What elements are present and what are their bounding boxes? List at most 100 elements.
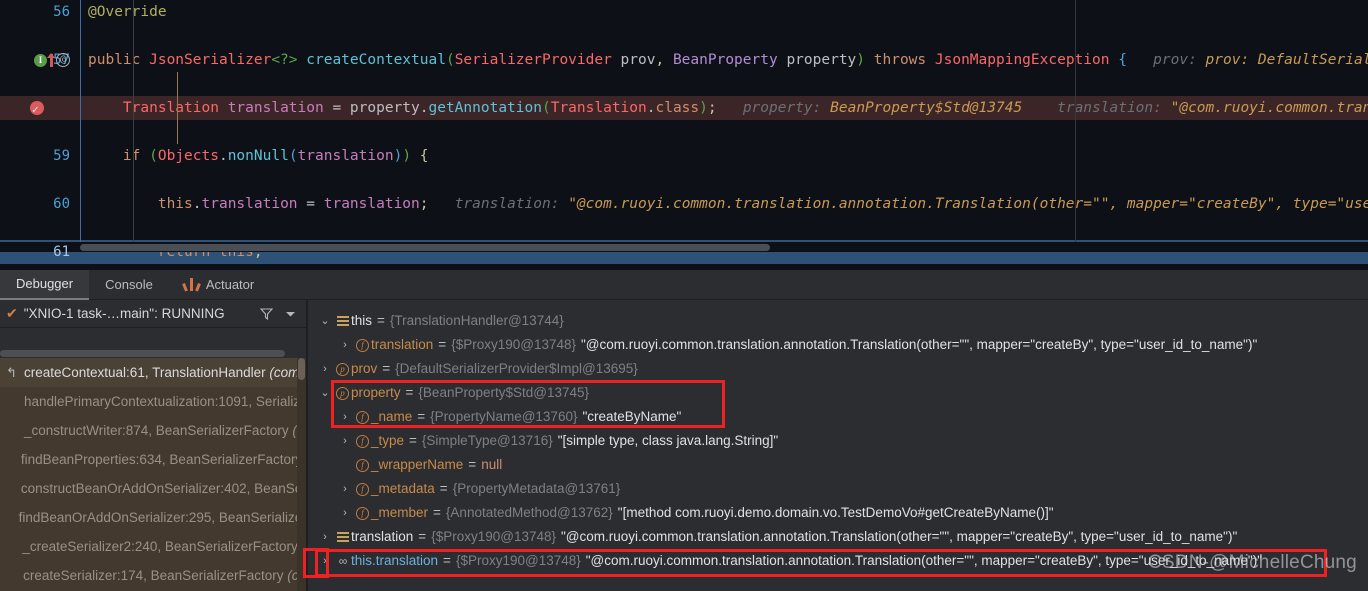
variable-row-wrappername[interactable]: › f _wrapperName = null <box>308 453 1368 477</box>
step-arrow-icon[interactable] <box>47 52 55 67</box>
variable-ref: {AnnotatedMethod@13762} <box>445 505 613 520</box>
frame-label: handlePrimaryContextualization:1091, Ser… <box>24 394 301 409</box>
variable-ref: {PropertyName@13760} <box>430 409 578 424</box>
variable-ref: {TranslationHandler@13744} <box>389 313 564 328</box>
list-item[interactable]: ↰ createContextual:61, TranslationHandle… <box>0 358 306 387</box>
field-icon: f <box>354 434 371 448</box>
line-number: 61 <box>53 244 70 260</box>
gutter-icons-57[interactable]: I @ <box>34 48 70 72</box>
frames-horizontal-scrollbar[interactable] <box>0 349 306 358</box>
gutter-icons-58[interactable] <box>30 96 44 122</box>
variable-row-translation-field[interactable]: › f translation = {$Proxy190@13748} "@co… <box>308 333 1368 357</box>
variable-name: this <box>351 313 373 328</box>
annotation-override: @Override <box>88 4 167 20</box>
list-item[interactable]: handlePrimaryContextualization:1091, Ser… <box>0 387 306 416</box>
equals-sign: = <box>438 337 447 352</box>
scrollbar-thumb[interactable] <box>80 244 770 251</box>
variable-row-prov[interactable]: › p prov = {DefaultSerializerProvider$Im… <box>308 357 1368 381</box>
debug-tool-window: Debugger Console Actuator ✔ "XNIO-1 task… <box>0 269 1368 591</box>
code-line-59[interactable]: 59 if (Objects.nonNull(translation)) { <box>0 144 1368 168</box>
list-item[interactable]: findBeanOrAddOnSerializer:295, BeanSeria… <box>0 503 306 532</box>
editor-horizontal-scrollbar[interactable] <box>80 242 1368 252</box>
actuator-icon <box>181 278 201 292</box>
line-number: 60 <box>53 196 70 212</box>
chevron-down-icon[interactable] <box>285 305 296 323</box>
checkmark-icon: ✔ <box>6 305 18 321</box>
variable-value: "createByName" <box>582 409 682 424</box>
object-icon <box>334 316 351 326</box>
annotation-icon[interactable]: @ <box>56 53 70 67</box>
inline-hint-property: BeanProperty$Std@13745 <box>830 100 1023 116</box>
list-item[interactable]: createSerializer:174, BeanSerializerFact… <box>0 561 306 590</box>
list-item[interactable]: _createSerializer2:240, BeanSerializerFa… <box>0 532 306 561</box>
line-number: 59 <box>53 148 70 164</box>
implementation-icon[interactable]: I <box>34 53 47 67</box>
chevron-right-icon[interactable]: › <box>336 405 354 429</box>
variable-ref: {SimpleType@13716} <box>421 433 553 448</box>
code-line-57[interactable]: 57 I @ public JsonSerializer<?> createCo… <box>0 48 1368 72</box>
chevron-right-icon[interactable]: › <box>336 429 354 453</box>
return-arrow-icon: ↰ <box>6 364 17 380</box>
stack-frame-list[interactable]: ↰ createContextual:61, TranslationHandle… <box>0 358 306 591</box>
field-icon: f <box>354 410 371 424</box>
variable-row-property[interactable]: ⌄ p property = {BeanProperty$Std@13745} <box>308 381 1368 405</box>
frame-label: findBeanOrAddOnSerializer:295, BeanSeria… <box>18 510 303 525</box>
frame-label: findBeanProperties:634, BeanSerializerFa… <box>20 452 303 467</box>
field-icon: f <box>354 482 371 496</box>
inline-hint-prov: prov: DefaultSerializerProvider$Impl@136… <box>1205 52 1368 68</box>
list-item[interactable]: findBeanProperties:634, BeanSerializerFa… <box>0 445 306 474</box>
variable-name: prov <box>351 361 378 376</box>
object-icon <box>334 532 351 542</box>
frames-panel: ✔ "XNIO-1 task-…main": RUNNING ↰ createC… <box>0 300 306 591</box>
scrollbar-thumb[interactable] <box>0 350 285 357</box>
tab-actuator[interactable]: Actuator <box>169 270 270 300</box>
variable-row-translation-local[interactable]: › translation = {$Proxy190@13748} "@com.… <box>308 525 1368 549</box>
variable-row-name[interactable]: › f _name = {PropertyName@13760} "create… <box>308 405 1368 429</box>
variable-row-type[interactable]: › f _type = {SimpleType@13716} "[simple … <box>308 429 1368 453</box>
equals-sign: = <box>439 481 448 496</box>
list-item[interactable]: _constructWriter:874, BeanSerializerFact… <box>0 416 306 445</box>
frame-package: (com <box>269 365 300 380</box>
indent-guide-active <box>177 72 178 144</box>
code-line-58[interactable]: Translation translation = property.getAn… <box>0 96 1368 122</box>
variable-row-this[interactable]: ⌄ this = {TranslationHandler@13744} <box>308 309 1368 333</box>
code-line-56[interactable]: 56 @Override <box>0 0 1368 24</box>
list-item[interactable]: constructBeanOrAddOnSerializer:402, Bean… <box>0 474 306 503</box>
chevron-right-icon[interactable]: › <box>316 525 334 549</box>
field-icon: f <box>354 506 371 520</box>
code-text: this.translation = translation; translat… <box>88 192 1368 216</box>
frame-label: createSerializer:174, BeanSerializerFact… <box>23 568 284 583</box>
scrollbar-thumb[interactable] <box>298 358 305 380</box>
code-editor[interactable]: 56 @Override 57 I @ public JsonSerialize… <box>0 0 1368 270</box>
variables-panel[interactable]: ⌄ this = {TranslationHandler@13744} › f … <box>308 300 1368 591</box>
equals-sign: = <box>382 361 391 376</box>
variable-row-member[interactable]: › f _member = {AnnotatedMethod@13762} "[… <box>308 501 1368 525</box>
code-line-60[interactable]: 60 this.translation = translation; trans… <box>0 192 1368 216</box>
indent-guide <box>133 0 134 242</box>
chevron-down-icon[interactable]: ⌄ <box>316 309 334 333</box>
tab-console-label: Console <box>105 277 153 292</box>
chevron-right-icon[interactable]: › <box>316 357 334 381</box>
parameter-icon: p <box>334 362 351 376</box>
chevron-right-icon[interactable]: › <box>336 501 354 525</box>
chevron-down-icon[interactable]: ⌄ <box>316 381 334 405</box>
variable-row-metadata[interactable]: › f _metadata = {PropertyMetadata@13761} <box>308 477 1368 501</box>
tab-actuator-label: Actuator <box>205 277 255 292</box>
frames-vertical-scrollbar[interactable] <box>297 358 306 591</box>
filter-icon[interactable] <box>257 305 275 323</box>
tab-debugger[interactable]: Debugger <box>0 269 90 300</box>
tab-console[interactable]: Console <box>89 270 169 300</box>
variable-name: this.translation <box>351 553 439 568</box>
chevron-right-icon[interactable]: › <box>336 477 354 501</box>
chevron-right-icon[interactable]: › <box>316 549 334 573</box>
code-text: @Override <box>88 0 167 24</box>
thread-selector-bar[interactable]: ✔ "XNIO-1 task-…main": RUNNING <box>0 300 306 328</box>
watch-icon: ∞ <box>338 554 348 568</box>
variable-name: _type <box>371 433 405 448</box>
chevron-placeholder: › <box>336 453 354 477</box>
variable-value: "@com.ruoyi.common.translation.annotatio… <box>581 337 1258 352</box>
inline-hint-translation-60: "@com.ruoyi.common.translation.annotatio… <box>568 196 1368 212</box>
chevron-right-icon[interactable]: › <box>336 333 354 357</box>
breakpoint-verified-icon[interactable] <box>30 98 44 122</box>
code-text: Translation translation = property.getAn… <box>88 96 1368 120</box>
